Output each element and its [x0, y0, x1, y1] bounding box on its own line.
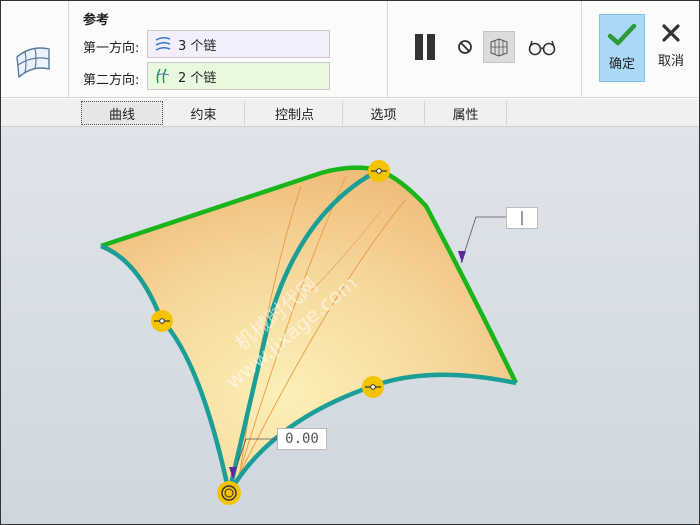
second-direction-collector[interactable]: 2 个链: [147, 62, 330, 90]
boundary-blend-window: 参考 第一方向: 3 个链 第二方向: 2 个链 确定 取消 曲线 约束 控制点…: [0, 0, 700, 525]
dashboard-ribbon: 参考 第一方向: 3 个链 第二方向: 2 个链 确定 取消: [1, 1, 699, 98]
pause-icon: [415, 34, 423, 60]
graphics-viewport[interactable]: 机械时代网 www.jixage.com | 0.00: [1, 127, 699, 524]
corner-handle[interactable]: [217, 481, 241, 505]
tab-properties[interactable]: 属性: [425, 101, 507, 125]
no-preview-icon: [458, 40, 472, 54]
tab-curves[interactable]: 曲线: [81, 101, 163, 125]
first-direction-label: 第一方向:: [83, 41, 140, 56]
first-direction-value: 3 个链: [178, 38, 217, 54]
cancel-label: 取消: [657, 54, 684, 69]
curve-chain-icon: [155, 36, 171, 51]
tab-control-points[interactable]: 控制点: [247, 101, 343, 125]
value-callout[interactable]: 0.00: [277, 428, 327, 450]
curve-handle[interactable]: [368, 160, 390, 182]
mesh-preview-button[interactable]: [483, 31, 515, 63]
ok-label: 确定: [608, 57, 635, 72]
dashboard-tabs: 曲线 约束 控制点 选项 属性: [1, 99, 699, 127]
pause-button[interactable]: [409, 31, 441, 63]
curve-handle[interactable]: [151, 310, 173, 332]
blend-surface-scene: [100, 160, 519, 505]
cancel-button[interactable]: 取消: [651, 14, 691, 82]
curve-handle[interactable]: [362, 376, 384, 398]
boundary-blend-icon: [16, 47, 50, 79]
no-preview-button[interactable]: [453, 31, 477, 63]
tab-constraints[interactable]: 约束: [163, 101, 245, 125]
close-icon: [662, 24, 680, 42]
glasses-icon: [528, 40, 556, 56]
second-direction-value: 2 个链: [178, 70, 217, 86]
checkmark-icon: [607, 23, 637, 46]
second-direction-label: 第二方向:: [83, 73, 140, 88]
curve-chain-icon: [156, 68, 170, 84]
reference-section-title: 参考: [83, 13, 110, 28]
ok-button[interactable]: 确定: [599, 14, 645, 82]
boundary-condition-callout[interactable]: |: [506, 207, 538, 229]
tab-options[interactable]: 选项: [343, 101, 425, 125]
first-direction-collector[interactable]: 3 个链: [147, 30, 330, 58]
verify-preview-button[interactable]: [525, 31, 559, 63]
mesh-preview-icon: [490, 38, 508, 57]
